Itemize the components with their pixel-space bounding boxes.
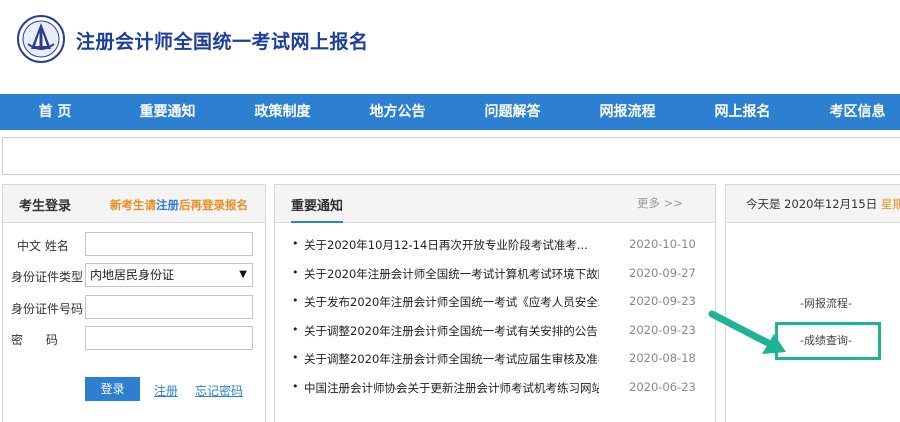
- today-prefix: 今天是 2020年12月15日: [746, 197, 878, 211]
- password-row: 密 码: [3, 326, 265, 352]
- nav-home[interactable]: 首 页: [0, 94, 110, 130]
- notice-date: 2020-08-18: [629, 351, 696, 366]
- id-number-input[interactable]: [85, 295, 253, 319]
- score-query-highlight: [775, 322, 881, 360]
- notice-title-link[interactable]: 关于2020年10月12-14日再次开放专业阶段考试准考...: [304, 237, 599, 253]
- bullet-icon: •: [292, 294, 299, 308]
- info-panel-header: 今天是 2020年12月15日 星期二: [726, 185, 900, 223]
- notices-list: • 关于2020年10月12-14日再次开放专业阶段考试准考... 2020-1…: [275, 237, 715, 409]
- notice-title-link[interactable]: 关于发布2020年注册会计师全国统一考试《应考人员安全承...: [304, 294, 599, 310]
- notice-title-link[interactable]: 关于调整2020年注册会计师全国统一考试有关安排的公告: [304, 323, 599, 339]
- name-input[interactable]: [85, 232, 253, 256]
- new-candidate-hint: 新考生请注册后再登录报名: [110, 197, 248, 213]
- register-link[interactable]: 注册: [154, 382, 178, 399]
- hint-register-link[interactable]: 注册: [156, 198, 179, 212]
- bullet-icon: •: [292, 379, 299, 393]
- nav-local-announcements[interactable]: 地方公告: [340, 94, 455, 130]
- bullet-icon: •: [292, 322, 299, 336]
- nav-exam-area-info[interactable]: 考区信息: [800, 94, 900, 130]
- more-link[interactable]: 更多 >>: [637, 195, 683, 211]
- dropdown-arrow-icon: ▼: [239, 269, 247, 280]
- id-type-row: 身份证件类型 内地居民身份证 ▼: [3, 263, 265, 289]
- login-button[interactable]: 登录: [85, 377, 140, 401]
- notices-panel: 重要通知 更多 >> • 关于2020年10月12-14日再次开放专业阶段考试准…: [274, 184, 716, 422]
- notices-panel-header: 重要通知 更多 >>: [275, 185, 715, 223]
- id-type-select[interactable]: 内地居民身份证 ▼: [85, 263, 253, 287]
- nav-policies[interactable]: 政策制度: [225, 94, 340, 130]
- list-item: • 中国注册会计师协会关于更新注册会计师考试机考练习网站的公... 2020-0…: [275, 379, 715, 409]
- nav-faq[interactable]: 问题解答: [455, 94, 570, 130]
- hint-prefix: 新考生请: [110, 198, 156, 212]
- list-item: • 关于调整2020年注册会计师全国统一考试应届生审核及准考... 2020-0…: [275, 351, 715, 380]
- site-title: 注册会计师全国统一考试网上报名: [76, 31, 369, 53]
- id-type-value: 内地居民身份证: [90, 268, 175, 282]
- list-item: • 关于2020年10月12-14日再次开放专业阶段考试准考... 2020-1…: [275, 237, 715, 266]
- bullet-icon: •: [292, 351, 299, 365]
- hint-suffix: 后再登录报名: [179, 198, 248, 212]
- nav-registration-process[interactable]: 网报流程: [570, 94, 685, 130]
- bullet-icon: •: [292, 265, 299, 279]
- notices-title: 重要通知: [291, 195, 344, 223]
- notice-date: 2020-06-23: [629, 379, 696, 394]
- notice-date: 2020-09-23: [629, 322, 696, 337]
- bullet-icon: •: [292, 237, 299, 250]
- id-number-label: 身份证件号码: [11, 302, 84, 316]
- notice-title-link[interactable]: 中国注册会计师协会关于更新注册会计师考试机考练习网站的公...: [304, 380, 599, 396]
- notice-date: 2020-10-10: [629, 237, 696, 251]
- banner-area: [2, 137, 900, 175]
- nav-important-notices[interactable]: 重要通知: [110, 94, 225, 130]
- site-header: 注册会计师全国统一考试网上报名: [0, 0, 900, 94]
- id-type-label: 身份证件类型: [11, 270, 84, 284]
- nav-online-registration[interactable]: 网上报名: [685, 94, 800, 130]
- list-item: • 关于发布2020年注册会计师全国统一考试《应考人员安全承... 2020-0…: [275, 294, 715, 323]
- list-item: • 关于调整2020年注册会计师全国统一考试有关安排的公告 2020-09-23: [275, 322, 715, 352]
- id-number-row: 身份证件号码: [3, 295, 265, 321]
- password-label: 密 码: [11, 333, 58, 347]
- cicpa-logo-icon: [17, 15, 65, 63]
- login-panel: 考生登录 新考生请注册后再登录报名 中文 姓名 身份证件类型 内地居民身份证 ▼…: [2, 184, 266, 422]
- notice-date: 2020-09-27: [629, 265, 696, 280]
- login-panel-header: 考生登录 新考生请注册后再登录报名: [3, 185, 265, 223]
- today-date: 今天是 2020年12月15日 星期二: [746, 196, 900, 212]
- main-nav: 首 页 重要通知 政策制度 地方公告 问题解答 网报流程 网上报名 考区信息: [0, 94, 900, 130]
- registration-process-link[interactable]: -网报流程-: [800, 295, 852, 311]
- list-item: • 关于2020年注册会计师全国统一考试计算机考试环境下故障... 2020-0…: [275, 265, 715, 295]
- notice-date: 2020-09-23: [629, 294, 696, 309]
- password-input[interactable]: [85, 326, 253, 350]
- notice-title-link[interactable]: 关于2020年注册会计师全国统一考试计算机考试环境下故障...: [304, 266, 599, 282]
- notice-title-link[interactable]: 关于调整2020年注册会计师全国统一考试应届生审核及准考...: [304, 351, 599, 367]
- login-title: 考生登录: [19, 199, 72, 214]
- weekday: 星期二: [880, 197, 900, 211]
- forgot-password-link[interactable]: 忘记密码: [195, 382, 243, 399]
- name-row: 中文 姓名: [3, 232, 265, 258]
- name-label: 中文 姓名: [17, 239, 69, 253]
